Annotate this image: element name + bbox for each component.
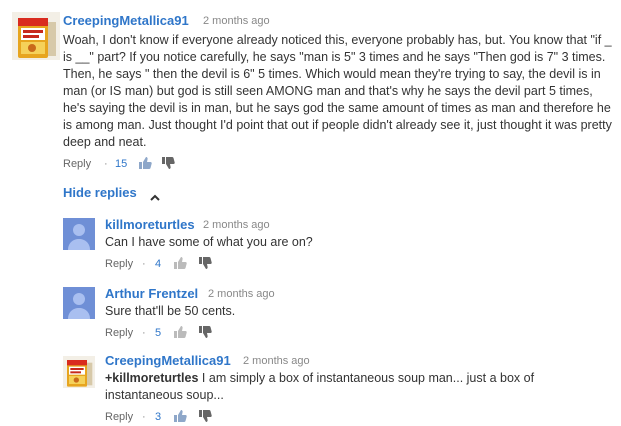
like-count: 3 xyxy=(155,411,162,423)
hide-replies-button[interactable]: Hide replies xyxy=(63,185,160,201)
thumbs-up-icon[interactable] xyxy=(173,256,187,273)
thumbs-down-icon[interactable] xyxy=(198,256,212,273)
comment-actions: Reply · 15 xyxy=(63,156,263,173)
default-user-avatar-icon xyxy=(63,287,95,319)
like-count: 4 xyxy=(155,258,162,270)
hide-replies-label: Hide replies xyxy=(63,185,137,200)
default-user-avatar-icon xyxy=(63,218,95,250)
reply-actions: Reply · 4 xyxy=(105,256,255,273)
separator-dot: · xyxy=(142,411,146,423)
thumbs-down-icon[interactable] xyxy=(198,409,212,426)
soup-cup-avatar-icon xyxy=(12,12,60,60)
comment-timestamp: 2 months ago xyxy=(203,15,270,27)
soup-cup-avatar-icon xyxy=(63,356,95,388)
separator-dot: · xyxy=(142,258,146,270)
separator-dot: · xyxy=(142,327,146,339)
reply-timestamp: 2 months ago xyxy=(243,355,310,367)
reply-item: killmoreturtles 2 months ago Can I have … xyxy=(0,210,621,276)
reply-button[interactable]: Reply xyxy=(63,158,91,170)
reply-text: +killmoreturtles I am simply a box of in… xyxy=(105,370,575,404)
thumbs-up-icon[interactable] xyxy=(173,409,187,426)
comment-main: CreepingMetallica91 2 months ago Woah, I… xyxy=(0,0,621,180)
reply-actions: Reply · 3 xyxy=(105,409,255,426)
mention-link[interactable]: +killmoreturtles xyxy=(105,371,198,385)
like-count: 5 xyxy=(155,327,162,339)
reply-timestamp: 2 months ago xyxy=(203,219,270,231)
avatar[interactable] xyxy=(63,356,95,388)
reply-button[interactable]: Reply xyxy=(105,411,133,423)
reply-text: Can I have some of what you are on? xyxy=(105,235,313,249)
thumbs-down-icon[interactable] xyxy=(161,156,175,173)
reply-author[interactable]: CreepingMetallica91 xyxy=(105,353,231,368)
thumbs-up-icon[interactable] xyxy=(138,156,152,173)
reply-item: CreepingMetallica91 2 months ago +killmo… xyxy=(0,348,621,426)
separator-dot: · xyxy=(104,158,108,170)
chevron-up-icon xyxy=(150,189,160,204)
reply-author[interactable]: Arthur Frentzel xyxy=(105,286,198,301)
thumbs-up-icon[interactable] xyxy=(173,325,187,342)
comment-author[interactable]: CreepingMetallica91 xyxy=(63,13,189,28)
reply-text: Sure that'll be 50 cents. xyxy=(105,304,236,318)
reply-button[interactable]: Reply xyxy=(105,258,133,270)
reply-timestamp: 2 months ago xyxy=(208,288,275,300)
avatar[interactable] xyxy=(12,12,60,60)
comment-text: Woah, I don't know if everyone already n… xyxy=(63,33,612,149)
thumbs-down-icon[interactable] xyxy=(198,325,212,342)
like-count: 15 xyxy=(115,158,128,170)
reply-button[interactable]: Reply xyxy=(105,327,133,339)
reply-actions: Reply · 5 xyxy=(105,325,255,342)
avatar[interactable] xyxy=(63,218,95,250)
reply-author[interactable]: killmoreturtles xyxy=(105,217,195,232)
avatar[interactable] xyxy=(63,287,95,319)
reply-item: Arthur Frentzel 2 months ago Sure that'l… xyxy=(0,279,621,345)
